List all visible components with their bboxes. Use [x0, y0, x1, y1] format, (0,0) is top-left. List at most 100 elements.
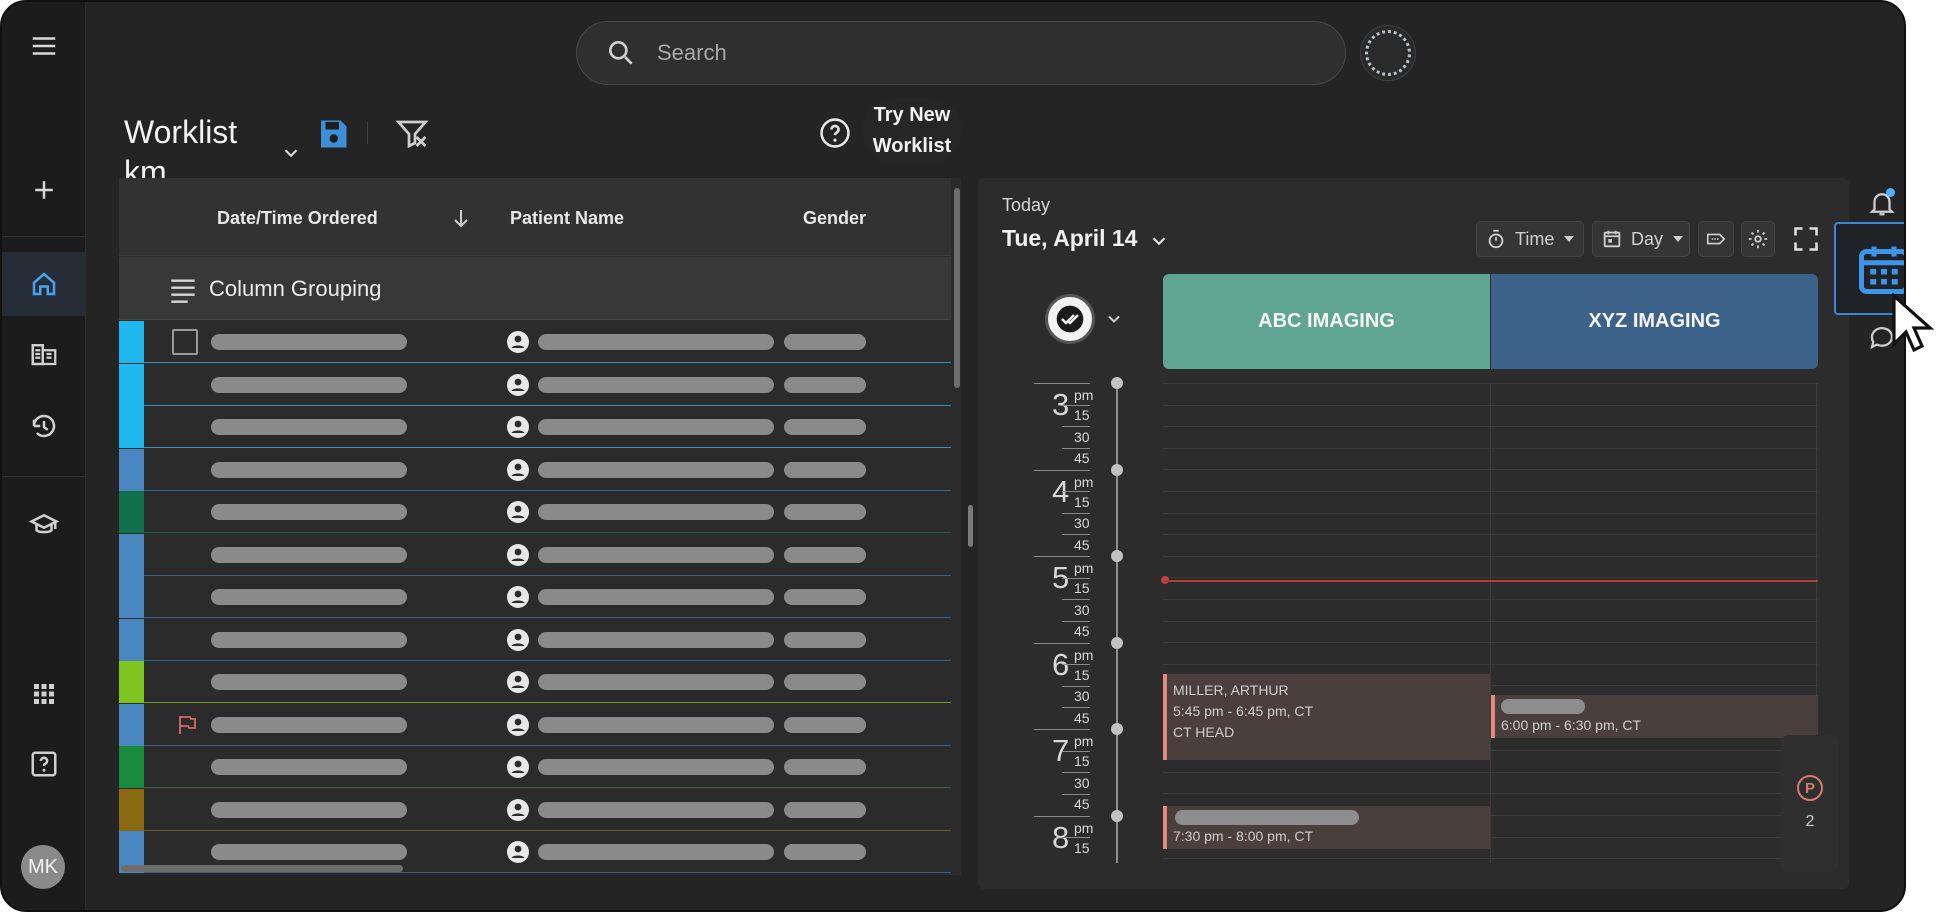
horizontal-scrollbar[interactable] — [121, 865, 403, 872]
minute-label: 30 — [1074, 515, 1090, 531]
dropdown-caret-icon — [1564, 236, 1575, 242]
vertical-scrollbar[interactable] — [954, 188, 960, 388]
nav-home[interactable] — [2, 252, 86, 316]
redacted-patient-name — [538, 461, 774, 478]
view-dropdown[interactable]: Day — [1592, 221, 1690, 257]
redacted-date — [211, 631, 407, 648]
sort-down-icon[interactable] — [449, 206, 473, 230]
minute-tick — [1062, 620, 1090, 622]
nav-apps[interactable] — [2, 662, 86, 726]
redacted-patient-name — [538, 334, 774, 350]
nav-history[interactable] — [2, 394, 86, 458]
search-input[interactable] — [657, 40, 1317, 66]
table-row[interactable] — [119, 618, 951, 661]
hour-marker-dot — [1111, 636, 1123, 649]
add-icon — [35, 181, 53, 199]
pane-splitter-handle[interactable] — [968, 505, 973, 547]
table-row[interactable] — [119, 533, 951, 576]
pending-orders-panel[interactable]: P 2 — [1781, 735, 1839, 872]
time-scale-label: Time — [1515, 228, 1555, 249]
chevron-down-icon[interactable] — [1148, 230, 1170, 252]
appointment-card[interactable]: 7:30 pm - 8:00 pm, CT — [1163, 806, 1490, 849]
table-row[interactable] — [119, 491, 951, 533]
today-label[interactable]: Today — [1002, 195, 1050, 216]
hour-tick — [1034, 729, 1090, 730]
redacted-patient-name — [538, 759, 774, 775]
grouping-icon — [171, 279, 195, 303]
select-all-button[interactable] — [1045, 294, 1095, 344]
column-header-gender[interactable]: Gender — [803, 208, 866, 229]
worklist-title[interactable]: Worklist km — [124, 112, 274, 182]
appointment-card[interactable]: MILLER, ARTHUR 5:45 pm - 6:45 pm, CT CT … — [1163, 674, 1490, 760]
row-status-color — [119, 618, 144, 661]
table-row[interactable] — [119, 703, 951, 746]
column-grouping-bar[interactable]: Column Grouping — [119, 257, 951, 320]
settings-button[interactable] — [1741, 221, 1775, 257]
appointment-card[interactable]: 6:00 pm - 6:30 pm, CT — [1491, 695, 1818, 738]
minute-label: 15 — [1074, 839, 1090, 856]
row-status-color — [119, 746, 144, 788]
current-time-line — [1163, 580, 1818, 582]
person-icon — [507, 543, 529, 566]
save-icon[interactable] — [315, 116, 351, 152]
redacted-patient-name — [538, 631, 774, 648]
table-row[interactable] — [119, 406, 951, 448]
pending-count: 2 — [1805, 813, 1815, 830]
table-row[interactable] — [119, 788, 951, 831]
add-button[interactable] — [2, 158, 86, 222]
table-row[interactable] — [119, 576, 951, 618]
row-checkbox[interactable] — [172, 329, 198, 355]
chevron-down-icon[interactable] — [280, 142, 302, 164]
row-status-color — [119, 406, 144, 448]
column-header-patient[interactable]: Patient Name — [510, 208, 624, 229]
column-header-date[interactable]: Date/Time Ordered — [217, 208, 378, 229]
clear-filter-icon[interactable] — [394, 116, 430, 152]
try-new-worklist-button[interactable]: Try New Worklist — [862, 99, 962, 163]
person-icon — [507, 671, 529, 693]
row-status-color — [119, 576, 144, 618]
home-icon — [32, 272, 56, 296]
person-icon — [507, 458, 529, 481]
chevron-down-icon[interactable] — [1104, 309, 1124, 329]
resource-header-xyz[interactable]: XYZ IMAGING — [1491, 274, 1818, 369]
help-icon — [31, 751, 57, 777]
nav-worklist[interactable] — [2, 322, 86, 386]
redacted-date — [211, 589, 407, 605]
nav-divider — [2, 236, 86, 237]
menu-button[interactable] — [2, 14, 86, 78]
person-icon — [507, 628, 529, 651]
date-label[interactable]: Tue, April 14 — [1002, 225, 1137, 252]
table-row[interactable] — [119, 661, 951, 703]
fullscreen-icon[interactable] — [1792, 225, 1820, 253]
hour-tick — [1034, 815, 1090, 817]
table-row[interactable] — [119, 746, 951, 788]
schedule-panel: Today Tue, April 14 Time Day ABC IMAGING… — [978, 178, 1849, 889]
table-row[interactable] — [119, 321, 951, 363]
hour-marker-dot — [1111, 377, 1123, 389]
dropdown-caret-icon — [1673, 236, 1684, 242]
help-circle-icon[interactable] — [818, 116, 852, 150]
label-button[interactable] — [1698, 221, 1734, 257]
redacted-patient-name — [538, 801, 774, 818]
table-row[interactable] — [119, 448, 951, 491]
notification-dot — [1886, 188, 1895, 197]
minute-tick — [1062, 685, 1090, 687]
nav-divider — [2, 476, 86, 477]
view-label: Day — [1631, 228, 1664, 249]
table-row[interactable] — [119, 363, 951, 406]
worklist-icon — [31, 344, 57, 366]
flag-icon[interactable] — [175, 713, 199, 737]
minute-label: 30 — [1074, 688, 1090, 704]
redacted-gender — [784, 419, 866, 435]
time-scale-dropdown[interactable]: Time — [1476, 221, 1584, 257]
nav-learning[interactable] — [2, 492, 86, 556]
nav-help[interactable] — [2, 732, 86, 796]
resource-header-abc[interactable]: ABC IMAGING — [1163, 274, 1490, 369]
stopwatch-icon — [1488, 229, 1504, 249]
person-icon — [507, 756, 529, 778]
avatar[interactable]: MK — [21, 845, 65, 889]
minute-tick — [1062, 512, 1090, 514]
school-icon — [29, 513, 59, 534]
redacted-gender — [784, 589, 866, 605]
redacted-patient-name — [538, 546, 774, 563]
